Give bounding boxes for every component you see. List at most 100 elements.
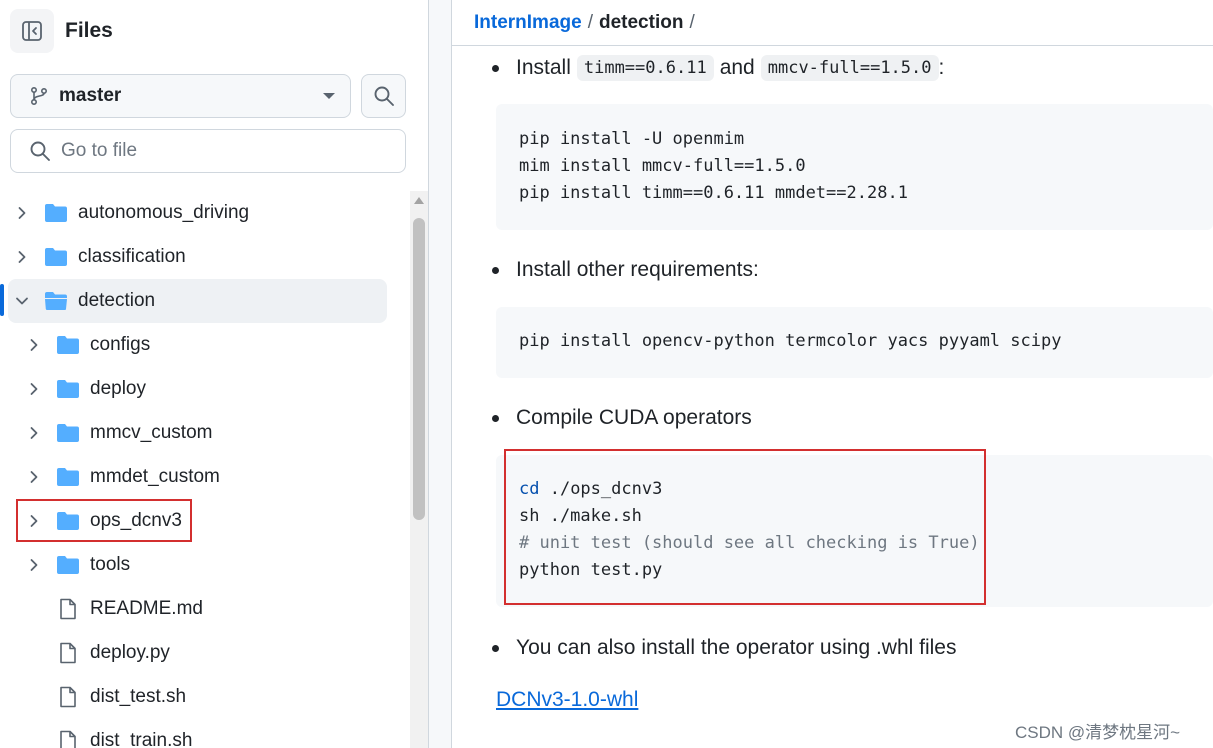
tree-item-label: deploy bbox=[90, 378, 146, 399]
tree-item-label: tools bbox=[90, 554, 131, 575]
go-to-file-field[interactable] bbox=[10, 129, 406, 173]
git-branch-icon bbox=[30, 86, 48, 106]
breadcrumb-repo-link[interactable]: InternImage bbox=[474, 12, 582, 34]
code-block-install: pip install -U openmim mim install mmcv-… bbox=[496, 104, 1213, 230]
go-to-file-input[interactable] bbox=[61, 140, 391, 162]
tree-item-mmdet-custom[interactable]: mmdet_custom bbox=[8, 455, 387, 499]
branch-select-button[interactable]: master bbox=[10, 74, 351, 118]
scrollbar-thumb[interactable] bbox=[413, 218, 425, 520]
chevron-right-icon[interactable] bbox=[24, 555, 44, 575]
tree-item-label: deploy.py bbox=[90, 642, 170, 663]
code-line: cd ./ops_dcnv3 bbox=[519, 476, 1213, 503]
chevron-right-icon[interactable] bbox=[24, 511, 44, 531]
file-icon bbox=[56, 686, 80, 708]
code-line: python test.py bbox=[519, 560, 663, 580]
tree-item-autonomous-driving[interactable]: autonomous_driving bbox=[8, 191, 387, 235]
tree-item-ops-dcnv3[interactable]: ops_dcnv3 bbox=[8, 499, 387, 543]
inline-code-mmcv: mmcv-full==1.5.0 bbox=[760, 55, 939, 81]
code-comment: # unit test (should see all checking is … bbox=[519, 533, 980, 553]
tree-item-label: mmcv_custom bbox=[90, 422, 213, 443]
tree-item-label: dist_train.sh bbox=[90, 730, 193, 748]
whl-install-bullet: You can also install the operator using … bbox=[492, 634, 957, 662]
install-prefix-text: Install bbox=[516, 56, 571, 79]
tree-item-detection[interactable]: detection bbox=[8, 279, 387, 323]
chevron-right-icon[interactable] bbox=[24, 423, 44, 443]
folder-icon bbox=[56, 510, 80, 532]
search-files-button[interactable] bbox=[361, 74, 406, 118]
tree-item-deploy-py[interactable]: deploy.py bbox=[8, 631, 387, 675]
folder-icon bbox=[44, 246, 68, 268]
breadcrumb-current: detection bbox=[598, 11, 684, 33]
code-line: sh ./make.sh bbox=[519, 506, 642, 526]
file-icon bbox=[56, 598, 80, 620]
tree-item-label: dist_test.sh bbox=[90, 686, 187, 707]
file-icon bbox=[56, 730, 80, 748]
tree-item-tools[interactable]: tools bbox=[8, 543, 387, 587]
code-line: pip install -U openmim bbox=[519, 129, 745, 149]
file-tree: autonomous_driving classification detectio… bbox=[0, 191, 410, 748]
tree-item-label: configs bbox=[90, 334, 151, 355]
code-block-compile: cd ./ops_dcnv3 sh ./make.sh # unit test … bbox=[496, 455, 1213, 607]
dcnv3-whl-link[interactable]: DCNv3-1.0-whl bbox=[496, 688, 638, 712]
chevron-right-icon[interactable] bbox=[24, 379, 44, 399]
folder-icon bbox=[56, 378, 80, 400]
code-line: pip install opencv-python termcolor yacs… bbox=[519, 331, 1062, 351]
tree-item-deploy[interactable]: deploy bbox=[8, 367, 387, 411]
watermark: CSDN @清梦枕星河~ bbox=[1015, 723, 1181, 742]
tree-item-dist-train-sh[interactable]: dist_train.sh bbox=[8, 719, 387, 748]
tree-item-readme-md[interactable]: README.md bbox=[8, 587, 387, 631]
branch-name: master bbox=[59, 85, 122, 106]
folder-icon bbox=[56, 466, 80, 488]
breadcrumb-separator: / bbox=[587, 11, 593, 33]
inline-code-timm: timm==0.6.11 bbox=[576, 55, 714, 81]
install-bullet: Install timm==0.6.11 and mmcv-full==1.5.… bbox=[491, 54, 945, 82]
tree-item-label: detection bbox=[78, 290, 156, 311]
folder-icon bbox=[56, 554, 80, 576]
tree-item-configs[interactable]: configs bbox=[8, 323, 387, 367]
tree-scrollbar[interactable] bbox=[410, 191, 428, 748]
tree-item-mmcv-custom[interactable]: mmcv_custom bbox=[8, 411, 387, 455]
code-line: pip install timm==0.6.11 mmdet==2.28.1 bbox=[519, 183, 908, 203]
sidebar-header: Files bbox=[10, 9, 113, 53]
install-and-text: and bbox=[719, 56, 755, 79]
code-block-requirements: pip install opencv-python termcolor yacs… bbox=[496, 307, 1213, 378]
scroll-up-arrow-icon[interactable] bbox=[414, 197, 424, 204]
folder-icon bbox=[44, 202, 68, 224]
code-keyword: cd bbox=[519, 479, 540, 499]
code-text: ./ops_dcnv3 bbox=[539, 479, 663, 499]
folder-open-icon bbox=[44, 290, 68, 312]
collapse-sidebar-button[interactable] bbox=[10, 9, 54, 53]
caret-down-icon bbox=[323, 93, 335, 99]
tree-item-label: autonomous_driving bbox=[78, 202, 250, 223]
readme-content: InternImage / detection / Install timm==… bbox=[452, 0, 1213, 748]
tree-item-label: classification bbox=[78, 246, 186, 267]
chevron-down-icon[interactable] bbox=[12, 291, 32, 311]
search-icon bbox=[374, 86, 394, 106]
file-icon bbox=[56, 642, 80, 664]
search-icon bbox=[30, 141, 50, 161]
chevron-right-icon[interactable] bbox=[12, 247, 32, 267]
chevron-right-icon[interactable] bbox=[24, 335, 44, 355]
tree-item-label: mmdet_custom bbox=[90, 466, 220, 487]
install-suffix-text: : bbox=[938, 56, 945, 79]
folder-icon bbox=[56, 334, 80, 356]
code-line: mim install mmcv-full==1.5.0 bbox=[519, 156, 806, 176]
tree-item-dist-test-sh[interactable]: dist_test.sh bbox=[8, 675, 387, 719]
breadcrumb: InternImage / detection / bbox=[452, 0, 1213, 46]
sidebar-collapse-icon bbox=[22, 21, 42, 41]
sidebar-title: Files bbox=[65, 19, 113, 42]
tree-item-classification[interactable]: classification bbox=[8, 235, 387, 279]
folder-icon bbox=[56, 422, 80, 444]
resize-gutter[interactable] bbox=[429, 0, 452, 748]
tree-item-label: ops_dcnv3 bbox=[90, 510, 182, 531]
chevron-right-icon[interactable] bbox=[12, 203, 32, 223]
chevron-right-icon[interactable] bbox=[24, 467, 44, 487]
tree-item-label: README.md bbox=[90, 598, 203, 619]
compile-cuda-bullet: Compile CUDA operators bbox=[492, 404, 752, 432]
other-requirements-bullet: Install other requirements: bbox=[492, 256, 759, 284]
breadcrumb-separator: / bbox=[689, 11, 695, 33]
